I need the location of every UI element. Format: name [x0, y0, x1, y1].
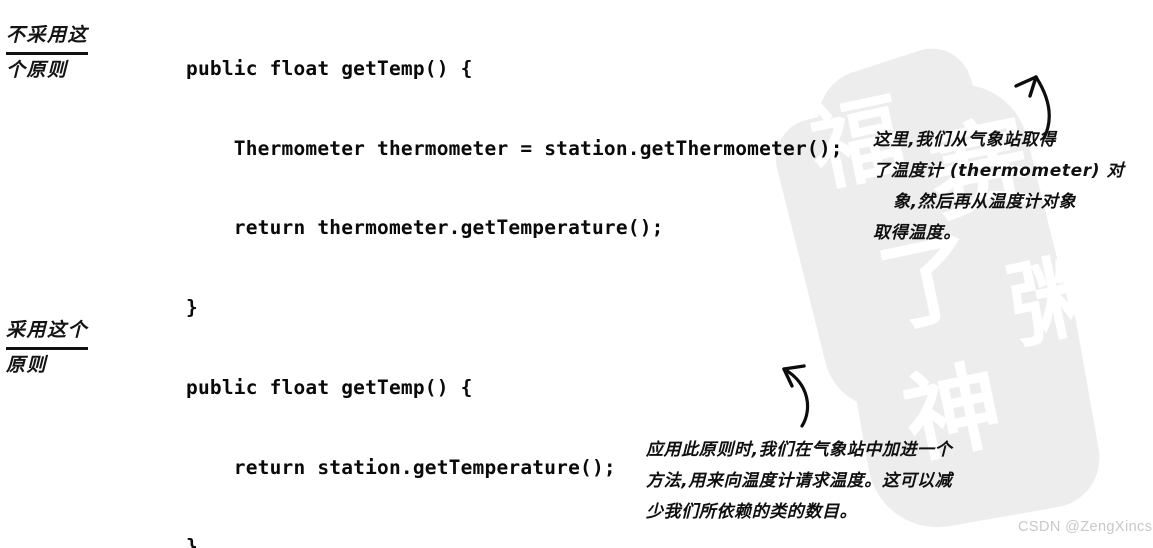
- annotation-line: 取得温度。: [873, 223, 961, 243]
- code-line: public float getTemp() {: [186, 376, 473, 399]
- annotation-line: 少我们所依赖的类的数目。: [646, 502, 858, 522]
- annotation-line: 象,然后再从温度计对象: [893, 192, 1077, 212]
- annotation-line: 这里,我们从气象站取得: [873, 130, 1057, 150]
- annotation-line: 应用此原则时,我们在气象站中加进一个: [646, 440, 953, 460]
- code-line: }: [186, 295, 198, 319]
- annotation-conforming: 应用此原则时,我们在气象站中加进一个 方法,用来向温度计请求温度。这可以减 少我…: [646, 435, 952, 528]
- csdn-watermark: CSDN @ZengXincs: [1018, 519, 1153, 535]
- margin-label-not-adopting: 不采用这 个原则: [6, 20, 89, 86]
- margin-label-line: 个原则: [6, 59, 68, 81]
- arrow-to-conforming-code: [782, 364, 810, 428]
- code-line: Thermometer thermometer = station.getThe…: [186, 136, 843, 160]
- content-layer: 不采用这 个原则 public float getTemp() { Thermo…: [0, 0, 1153, 548]
- code-line: }: [186, 535, 198, 548]
- annotation-violating: 这里,我们从气象站取得 了温度计 (thermometer) 对 象,然后再从温…: [873, 125, 1124, 249]
- margin-label-line: 采用这个: [6, 315, 89, 350]
- margin-label-line: 原则: [6, 354, 48, 376]
- page-root: 福 赛 了 粥 神 不采用这 个原则 public float getTemp(…: [0, 0, 1153, 548]
- code-block-violating: public float getTemp() { Thermometer the…: [186, 3, 843, 374]
- margin-label-line: 不采用这: [6, 20, 89, 55]
- margin-label-adopting: 采用这个 原则: [6, 315, 89, 381]
- annotation-line: 方法,用来向温度计请求温度。这可以减: [646, 471, 953, 491]
- code-line: return thermometer.getTemperature();: [186, 216, 664, 239]
- code-block-conforming: public float getTemp() { return station.…: [186, 322, 616, 548]
- code-line: public float getTemp() {: [186, 57, 473, 80]
- annotation-line: 了温度计 (thermometer) 对: [873, 161, 1125, 181]
- code-line: return station.getTemperature();: [186, 455, 616, 479]
